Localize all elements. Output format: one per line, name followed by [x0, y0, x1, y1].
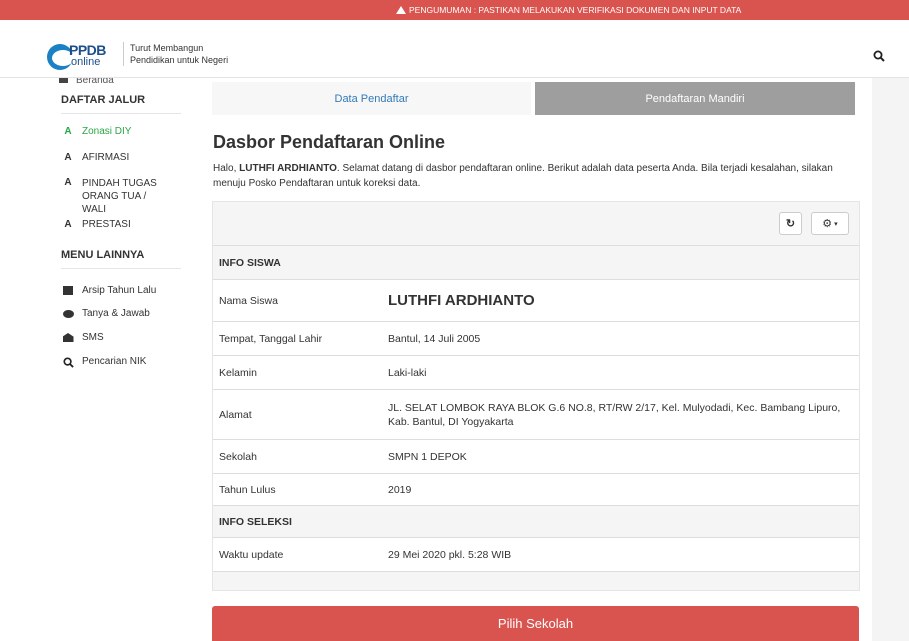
- lulus-value: 2019: [388, 483, 412, 496]
- sidebar-item-beranda[interactable]: Beranda: [76, 78, 114, 86]
- section-menu-lainnya: MENU LAINNYA: [61, 249, 145, 261]
- ttl-value: Bantul, 14 Juli 2005: [388, 332, 481, 345]
- tagline-line2: Pendidikan untuk Negeri: [130, 55, 229, 65]
- student-panel: ↻ ⚙ ▾ INFO SISWA Nama Siswa LUTHFI ARDHI…: [212, 201, 860, 591]
- settings-dropdown-button[interactable]: ⚙ ▾: [811, 212, 849, 235]
- sidebar-item-label: PRESTASI: [82, 219, 131, 230]
- intro-text: Halo, LUTHFI ARDHIANTO. Selamat datang d…: [213, 161, 853, 191]
- logo-online-text: online: [71, 56, 101, 68]
- home-icon: [59, 78, 68, 83]
- search-icon[interactable]: [873, 50, 885, 62]
- sidebar-item-tanya-jawab[interactable]: Tanya & Jawab: [61, 308, 150, 321]
- panel-toolbar: ↻ ⚙ ▾: [213, 202, 859, 246]
- sidebar-item-label: Zonasi DIY: [82, 126, 132, 137]
- tagline-line1: Turut Membangun: [130, 43, 204, 53]
- gear-icon: ⚙: [822, 218, 833, 230]
- update-value: 29 Mei 2020 pkl. 5:28 WIB: [388, 548, 512, 561]
- caret-down-icon: ▾: [834, 220, 838, 228]
- divider: [61, 268, 181, 269]
- table-row: Alamat JL. SELAT LOMBOK RAYA BLOK G.6 NO…: [213, 390, 859, 440]
- sidebar-item-label: AFIRMASI: [82, 152, 130, 163]
- sidebar-item-prestasi[interactable]: A PRESTASI: [61, 219, 131, 230]
- table-row: Sekolah SMPN 1 DEPOK: [213, 440, 859, 474]
- table-row: Tempat, Tanggal Lahir Bantul, 14 Juli 20…: [213, 322, 859, 356]
- intro-prefix: Halo,: [213, 163, 240, 174]
- field-label: Waktu update: [219, 548, 284, 561]
- refresh-icon: ↻: [785, 218, 796, 230]
- table-row: Tahun Lulus 2019: [213, 474, 859, 506]
- kelamin-value: Laki-laki: [388, 366, 427, 379]
- section-label: INFO SELEKSI: [219, 515, 292, 528]
- table-row: Nama Siswa LUTHFI ARDHIANTO: [213, 280, 859, 322]
- envelope-open-icon: [61, 332, 75, 345]
- pilih-sekolah-button[interactable]: Pilih Sekolah: [212, 606, 859, 641]
- sidebar-item-pencarian-nik[interactable]: Pencarian NIK: [61, 356, 146, 371]
- intro-name: LUTHFI ARDHIANTO: [239, 163, 337, 174]
- section-daftar-jalur: DAFTAR JALUR: [61, 94, 146, 106]
- info-table: INFO SISWA Nama Siswa LUTHFI ARDHIANTO T…: [213, 246, 859, 572]
- sidebar-item-label: Pencarian NIK: [82, 356, 147, 367]
- section-info-siswa: INFO SISWA: [213, 246, 859, 280]
- ppdb-logo[interactable]: PPDB online: [47, 42, 117, 72]
- nama-value: LUTHFI ARDHIANTO: [388, 291, 535, 309]
- sidebar-item-label: Tanya & Jawab: [82, 308, 150, 319]
- field-label: Tahun Lulus: [219, 483, 276, 496]
- road-icon: A: [64, 126, 72, 137]
- announcement-bar: PENGUMUMAN : PASTIKAN MELAKUKAN VERIFIKA…: [0, 0, 909, 20]
- announcement-text: PENGUMUMAN : PASTIKAN MELAKUKAN VERIFIKA…: [409, 5, 742, 15]
- sidebar-item-label: PINDAH TUGAS ORANG TUA / WALI: [82, 178, 157, 215]
- field-label: Tempat, Tanggal Lahir: [219, 332, 323, 345]
- section-info-seleksi: INFO SELEKSI: [213, 506, 859, 538]
- road-icon: A: [64, 177, 72, 188]
- tab-pendaftaran-mandiri[interactable]: Pendaftaran Mandiri: [535, 82, 855, 115]
- field-label: Nama Siswa: [219, 294, 278, 307]
- tagline: Turut Membangun Pendidikan untuk Negeri: [123, 42, 228, 66]
- sidebar-item-afirmasi[interactable]: A AFIRMASI: [61, 152, 129, 163]
- sidebar-item-zonasi[interactable]: A Zonasi DIY: [61, 126, 131, 137]
- field-label: Alamat: [219, 408, 252, 421]
- field-label: Kelamin: [219, 366, 257, 379]
- header: PPDB online Turut Membangun Pendidikan u…: [0, 20, 909, 78]
- sidebar: Beranda DAFTAR JALUR A Zonasi DIY A AFIR…: [0, 78, 200, 641]
- sidebar-item-label: Arsip Tahun Lalu: [82, 285, 157, 296]
- search-icon: [61, 356, 75, 371]
- main-content: Data Pendaftar Pendaftaran Mandiri Dasbo…: [200, 78, 872, 641]
- tab-data-pendaftar[interactable]: Data Pendaftar: [212, 82, 531, 115]
- road-icon: A: [64, 219, 72, 230]
- refresh-button[interactable]: ↻: [779, 212, 802, 235]
- archive-icon: [61, 285, 75, 298]
- divider: [61, 113, 181, 114]
- table-row: Kelamin Laki-laki: [213, 356, 859, 390]
- field-label: Sekolah: [219, 450, 257, 463]
- page-title: Dasbor Pendaftaran Online: [213, 132, 446, 152]
- warning-icon: [396, 6, 406, 14]
- road-icon: A: [64, 152, 72, 163]
- sekolah-value: SMPN 1 DEPOK: [388, 450, 467, 463]
- comment-icon: [61, 308, 75, 321]
- sidebar-item-pindah-tugas[interactable]: A PINDAH TUGAS ORANG TUA / WALI: [61, 177, 162, 216]
- sidebar-item-arsip[interactable]: Arsip Tahun Lalu: [61, 285, 156, 298]
- section-label: INFO SISWA: [219, 256, 281, 269]
- sidebar-item-label: SMS: [82, 332, 104, 343]
- table-row: Waktu update 29 Mei 2020 pkl. 5:28 WIB: [213, 538, 859, 572]
- sidebar-item-sms[interactable]: SMS: [61, 332, 104, 345]
- alamat-value: JL. SELAT LOMBOK RAYA BLOK G.6 NO.8, RT/…: [388, 401, 841, 428]
